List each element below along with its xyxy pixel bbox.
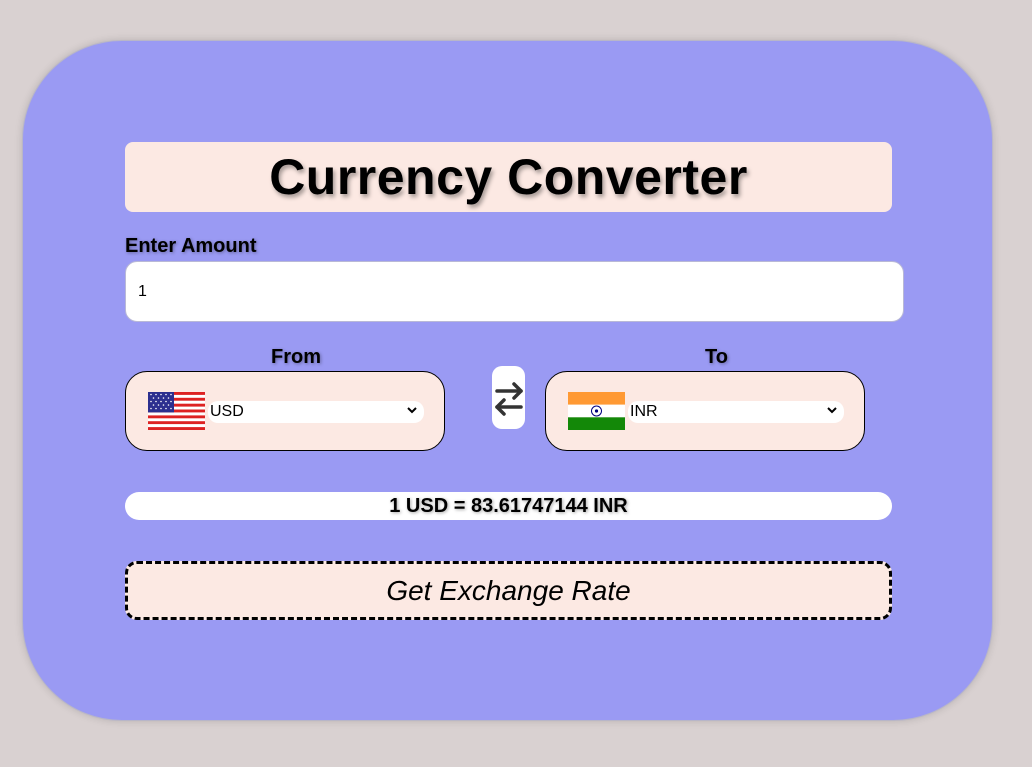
amount-label: Enter Amount: [125, 235, 257, 257]
converter-card: Currency Converter Enter Amount From To: [22, 40, 993, 721]
swap-button[interactable]: [492, 366, 525, 429]
from-label: From: [271, 346, 321, 368]
get-exchange-rate-button[interactable]: Get Exchange Rate: [125, 561, 892, 620]
chevron-down-icon: [827, 407, 837, 414]
us-flag-icon: [148, 392, 205, 430]
exchange-result: 1 USD = 83.61747144 INR: [125, 492, 892, 520]
swap-arrows-icon: [494, 381, 523, 416]
to-label: To: [705, 346, 728, 368]
from-currency-container: USD: [125, 371, 445, 451]
from-currency-value: USD: [210, 403, 244, 420]
to-currency-value: INR: [630, 403, 658, 420]
to-currency-container: INR: [545, 371, 865, 451]
title-banner: Currency Converter: [125, 142, 892, 212]
to-currency-select[interactable]: INR: [628, 401, 844, 423]
page-title: Currency Converter: [269, 149, 748, 205]
india-flag-icon: [568, 392, 625, 430]
from-currency-select[interactable]: USD: [208, 401, 424, 423]
chevron-down-icon: [407, 407, 417, 414]
amount-input[interactable]: [125, 261, 904, 322]
